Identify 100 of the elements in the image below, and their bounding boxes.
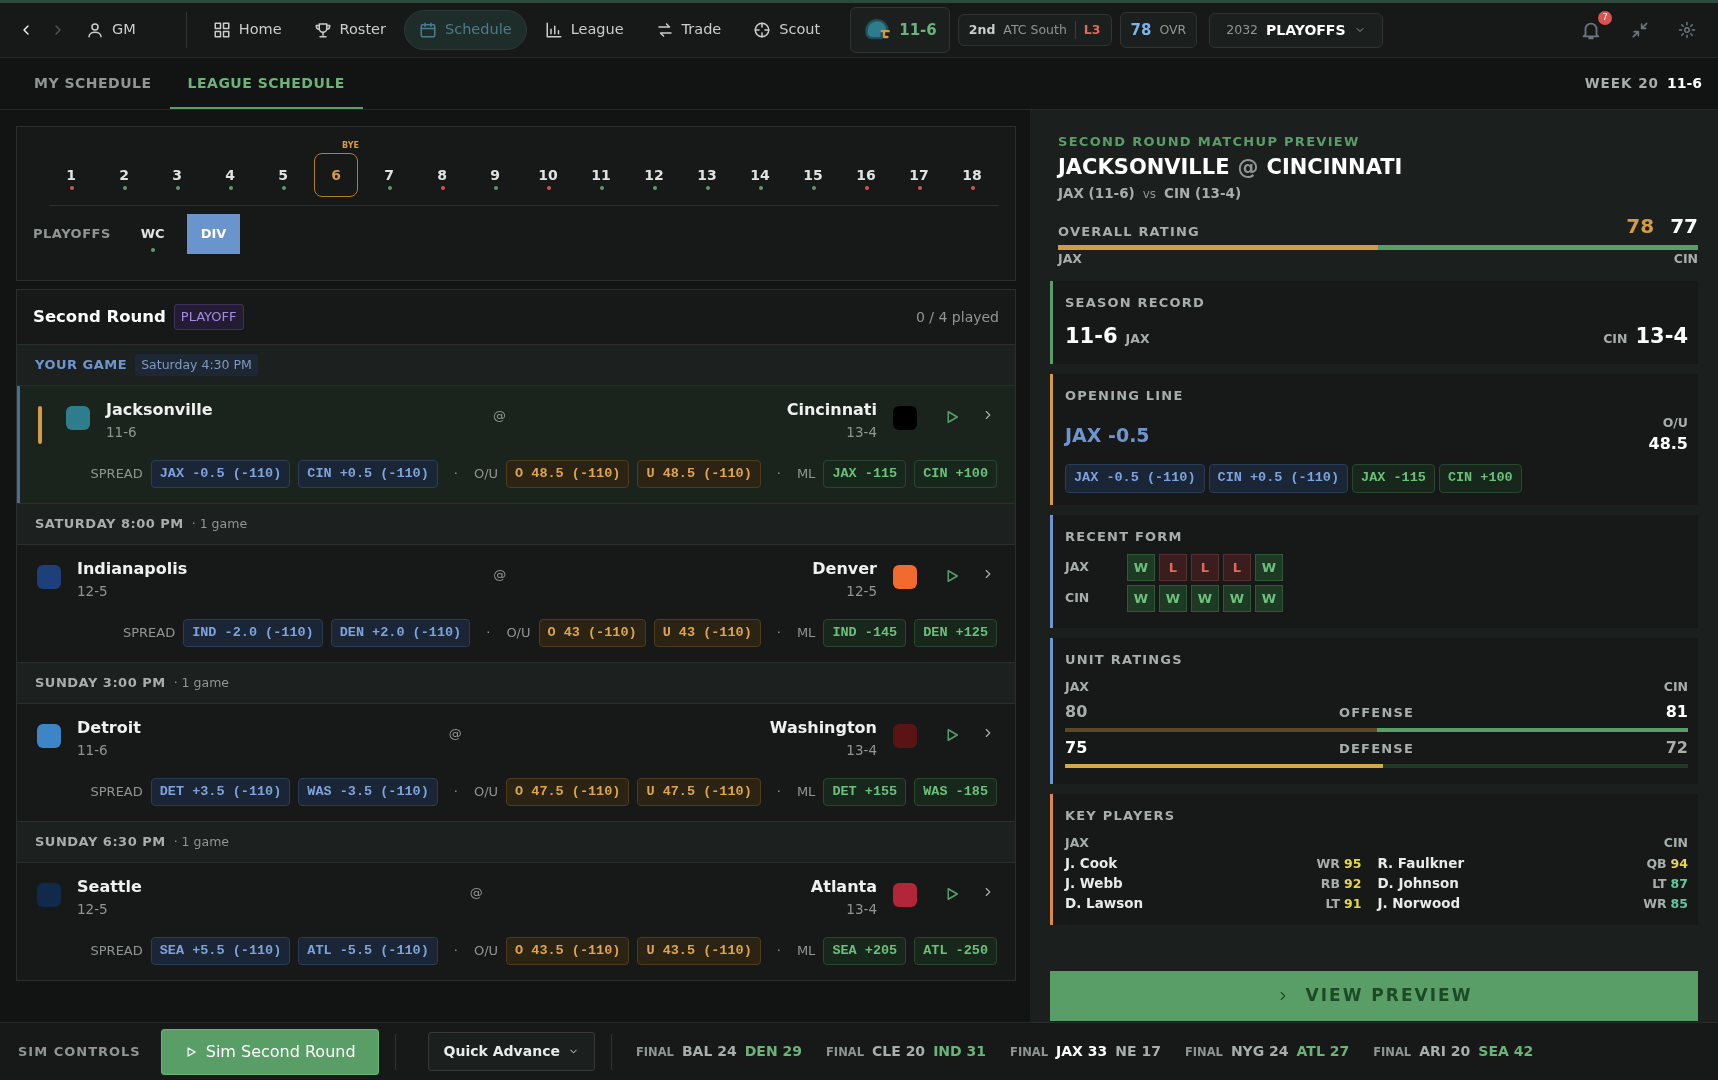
- team-record: CIN (13-4): [1164, 184, 1242, 203]
- moneyline-odds[interactable]: SEA +205: [823, 937, 907, 966]
- week-button[interactable]: 11: [579, 153, 623, 197]
- spread-odds[interactable]: CIN +0.5 (-110): [298, 460, 438, 489]
- week-button[interactable]: 15: [791, 153, 835, 197]
- result-badge: W: [1127, 585, 1155, 612]
- round-title: Second Round: [33, 305, 166, 328]
- total-odds[interactable]: U 48.5 (-110): [637, 460, 761, 489]
- season-dropdown[interactable]: 2032 PLAYOFFS: [1209, 12, 1383, 48]
- separator-dot: ·: [776, 624, 781, 643]
- spread-odds[interactable]: JAX -0.5 (-110): [150, 460, 291, 489]
- week-button[interactable]: 7: [367, 153, 411, 197]
- unit-label: DEFENSE: [1339, 739, 1414, 758]
- nav-tab[interactable]: League: [530, 11, 638, 49]
- nav-tab[interactable]: Home: [198, 11, 296, 49]
- spread-odds[interactable]: DET +3.5 (-110): [150, 778, 291, 807]
- slot-title: YOUR GAME: [35, 356, 128, 375]
- team-name: Atlanta: [810, 876, 877, 898]
- team-record: JAX (11-6): [1058, 184, 1135, 203]
- ovr-chip: 78 OVR: [1119, 11, 1198, 49]
- total-odds[interactable]: O 48.5 (-110): [506, 460, 630, 489]
- week-button[interactable]: 4: [208, 153, 252, 197]
- spread-odds[interactable]: SEA +5.5 (-110): [150, 937, 291, 966]
- at-symbol: @: [1237, 153, 1259, 181]
- result-badge: W: [1127, 554, 1155, 581]
- week-button[interactable]: 8: [420, 153, 464, 197]
- section-title: OVERALL RATING: [1058, 222, 1200, 241]
- record-value: 11-6: [1065, 322, 1118, 350]
- vs-label: vs: [1142, 186, 1157, 203]
- game-row[interactable]: Indianapolis 12-5 @ Denver 12-5 SPREAD IND -2.0 (-110) DEN +2.0 (-110) · O/U O 43 (-110) U 43 (-110) · ML IND -145 DEN +125: [17, 545, 1015, 662]
- score: IND 31: [933, 1042, 987, 1061]
- odds-label: SPREAD: [90, 465, 143, 484]
- spread-odds[interactable]: ATL -5.5 (-110): [298, 937, 438, 966]
- spread-odds[interactable]: IND -2.0 (-110): [183, 619, 323, 648]
- week-button[interactable]: 9: [473, 153, 517, 197]
- week-button[interactable]: 1: [49, 153, 93, 197]
- spread-odds[interactable]: WAS -3.5 (-110): [298, 778, 438, 807]
- game-row[interactable]: Seattle 12-5 @ Atlanta 13-4 SPREAD SEA +5.5 (-110) ATL -5.5 (-110) · O/U O 43.5 (-110) U 43.5 (-110) · ML SEA +205 ATL -250: [17, 863, 1015, 980]
- final-label: FINAL: [1184, 1044, 1223, 1061]
- section-title: UNIT RATINGS: [1065, 651, 1184, 669]
- round-tab[interactable]: WC: [126, 214, 179, 254]
- score: NYG 24: [1230, 1042, 1289, 1061]
- nav-tab[interactable]: Scout: [739, 11, 835, 49]
- total-odds[interactable]: O 43 (-110): [538, 619, 646, 648]
- team-record: 11-6: [106, 423, 138, 442]
- week-button[interactable]: 6: [314, 153, 358, 197]
- result-badge: L: [1159, 554, 1187, 581]
- moneyline-odds[interactable]: IND -145: [823, 619, 907, 648]
- spread-odds[interactable]: DEN +2.0 (-110): [330, 619, 471, 648]
- week-button[interactable]: 14: [738, 153, 782, 197]
- nav-tab[interactable]: GM: [72, 11, 150, 49]
- week-button[interactable]: 2: [102, 153, 146, 197]
- unit-rating: 80: [1065, 701, 1088, 724]
- team-name: Indianapolis: [77, 558, 188, 580]
- moneyline-odds[interactable]: WAS -185: [914, 778, 997, 807]
- week-button[interactable]: 13: [685, 153, 729, 197]
- week-button[interactable]: 10: [526, 153, 570, 197]
- playoff-tag: PLAYOFF: [173, 304, 244, 330]
- team-name: Detroit: [77, 717, 141, 739]
- nav-tab[interactable]: Trade: [641, 11, 736, 49]
- odds-chip: CIN +100: [1438, 464, 1522, 493]
- team-record: 13-4: [845, 741, 877, 760]
- settings-button[interactable]: [1676, 19, 1698, 41]
- team-name: Cincinnati: [786, 399, 877, 421]
- schedule-tab[interactable]: MY SCHEDULE: [16, 58, 170, 109]
- total-odds[interactable]: O 43.5 (-110): [506, 937, 630, 966]
- moneyline-odds[interactable]: ATL -250: [914, 937, 997, 966]
- swap-arrows-icon: [655, 21, 674, 39]
- odds-label: O/U: [473, 465, 499, 484]
- total-odds[interactable]: U 47.5 (-110): [637, 778, 761, 807]
- total-odds[interactable]: U 43 (-110): [653, 619, 761, 648]
- moneyline-odds[interactable]: DEN +125: [914, 619, 997, 648]
- at-symbol: @: [492, 566, 508, 584]
- separator-dot: ·: [453, 783, 458, 802]
- moneyline-odds[interactable]: DET +155: [823, 778, 907, 807]
- team-record-chip[interactable]: 11-6: [850, 7, 950, 53]
- player-position: WR: [1643, 894, 1667, 913]
- week-button[interactable]: 17: [897, 153, 941, 197]
- moneyline-odds[interactable]: JAX -115: [823, 460, 907, 489]
- rating-value: 78: [1626, 213, 1655, 241]
- your-game-row[interactable]: Jacksonville 11-6 @ Cincinnati 13-4 SPREAD JAX -0.5 (-110) CIN +0.5 (-110) · O/U O 48.5 (-110) U 48.5 (-110) · ML JAX -115 CIN +100: [17, 386, 1015, 503]
- week-button[interactable]: 16: [844, 153, 888, 197]
- odds-label: ML: [796, 624, 816, 643]
- total-odds[interactable]: U 43.5 (-110): [637, 937, 761, 966]
- total-odds[interactable]: O 47.5 (-110): [506, 778, 630, 807]
- week-button[interactable]: 12: [632, 153, 676, 197]
- week-button[interactable]: 18: [950, 153, 994, 197]
- nav-tab[interactable]: Roster: [299, 11, 400, 49]
- week-button[interactable]: 3: [155, 153, 199, 197]
- record-value: 13-4: [1635, 322, 1688, 350]
- quick-advance-dropdown[interactable]: Quick Advance: [427, 1032, 595, 1071]
- week-button[interactable]: 5: [261, 153, 305, 197]
- player-position: LT: [1325, 894, 1340, 913]
- score: DEN 29: [744, 1042, 802, 1061]
- player-rating: 85: [1670, 894, 1688, 913]
- player-position: LT: [1652, 874, 1667, 893]
- game-row[interactable]: Detroit 11-6 @ Washington 13-4 SPREAD DET +3.5 (-110) WAS -3.5 (-110) · O/U O 47.5 (-110) U 47.5 (-110) · ML DET +155 WAS -185: [17, 704, 1015, 821]
- moneyline-odds[interactable]: CIN +100: [914, 460, 997, 489]
- separator-dot: ·: [453, 465, 458, 484]
- schedule-tab[interactable]: LEAGUE SCHEDULE: [169, 58, 363, 109]
